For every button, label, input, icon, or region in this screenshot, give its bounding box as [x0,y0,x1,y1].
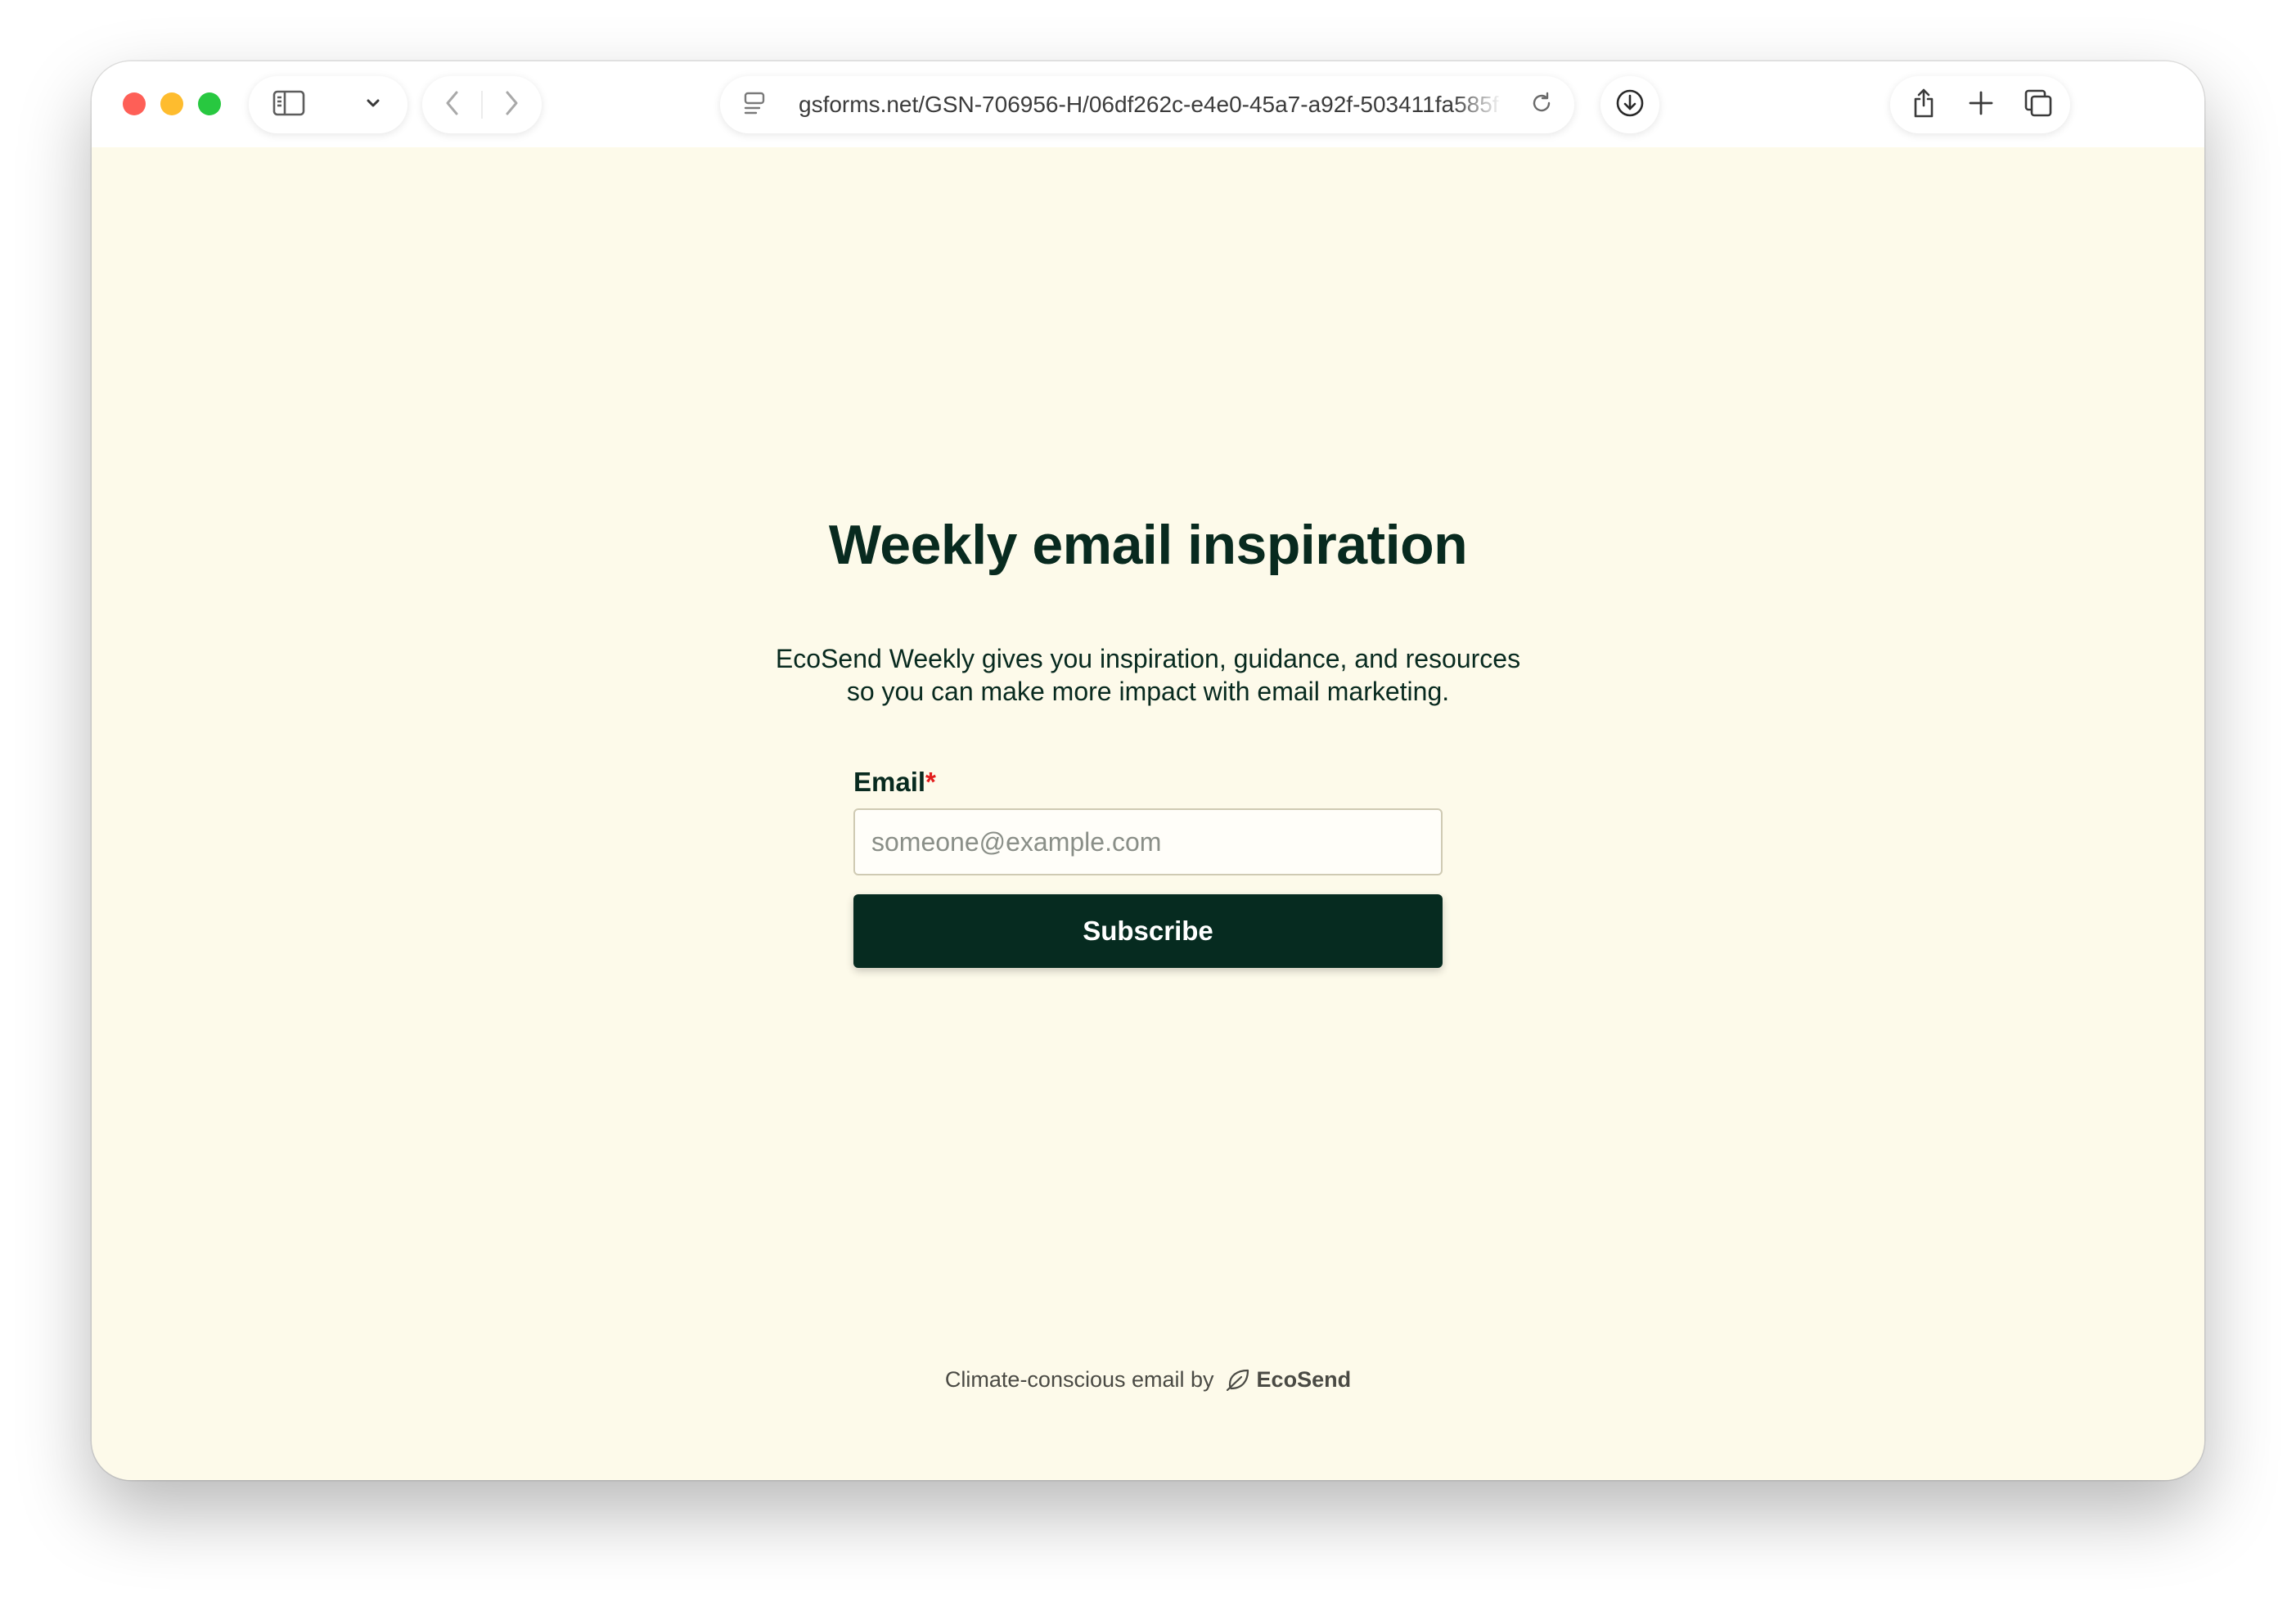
subscribe-button[interactable]: Subscribe [853,894,1443,968]
description-line-1: EcoSend Weekly gives you inspiration, gu… [775,644,1521,673]
email-input[interactable] [853,808,1443,875]
close-window-button[interactable] [123,92,146,115]
zoom-window-button[interactable] [198,92,221,115]
download-icon [1614,88,1645,123]
download-icon-wrap [1600,76,1659,133]
email-label-text: Email [853,767,926,797]
email-label: Email* [853,767,936,798]
tab-overview-icon [2023,88,2054,123]
reload-button[interactable] [1519,76,1564,133]
tab-overview-button[interactable] [2013,76,2064,133]
sidebar-toggle-button[interactable] [260,76,317,133]
description-line-2: so you can make more impact with email m… [846,677,1450,706]
required-indicator: * [925,767,936,797]
minimize-window-button[interactable] [160,92,183,115]
leaf-icon [1226,1369,1250,1392]
footer: Climate-conscious email by EcoSend [92,1367,2204,1393]
reload-icon [1529,91,1554,119]
chevron-left-icon [444,89,461,121]
forward-button[interactable] [486,76,537,133]
chevron-right-icon [503,89,520,121]
back-button[interactable] [427,76,478,133]
new-tab-button[interactable] [1956,76,2006,133]
sidebar-controls [249,76,407,133]
share-icon [1911,88,1937,123]
page-title: Weekly email inspiration [828,514,1468,576]
nav-divider [481,91,483,119]
reader-mode-icon [743,91,766,119]
tab-group-dropdown-button[interactable] [350,76,396,133]
downloads-button[interactable] [1600,76,1659,133]
plus-icon [1968,90,1994,120]
footer-brand-link[interactable]: EcoSend [1257,1367,1352,1393]
sidebar-icon [272,90,305,120]
chevron-down-icon [365,97,381,113]
browser-window: gsforms.net/GSN-706956-H/06df262c-e4e0-4… [92,61,2204,1480]
url-text[interactable]: gsforms.net/GSN-706956-H/06df262c-e4e0-4… [799,76,1502,133]
navigation-controls [422,76,542,133]
page-description: EcoSend Weekly gives you inspiration, gu… [739,642,1557,708]
footer-text: Climate-conscious email by [944,1367,1214,1392]
share-button[interactable] [1898,76,1949,133]
browser-toolbar: gsforms.net/GSN-706956-H/06df262c-e4e0-4… [92,61,2204,147]
window-actions [1890,76,2070,133]
reader-mode-button[interactable] [730,76,779,133]
address-bar[interactable]: gsforms.net/GSN-706956-H/06df262c-e4e0-4… [720,76,1574,133]
